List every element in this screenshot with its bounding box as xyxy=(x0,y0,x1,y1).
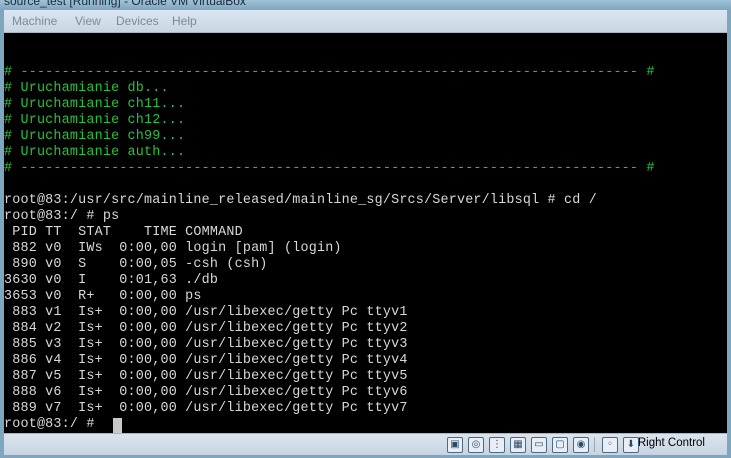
statusbar: ▣ ◎ ⋮ ▦ ▭ ▢ ◉ ◦ ⬇ Right Control xyxy=(4,433,727,455)
usb-icon[interactable]: ⋮ xyxy=(489,437,505,453)
ps-row: 888 v6 Is+ 0:00,00 /usr/libexec/getty Pc… xyxy=(4,385,408,400)
ps-row: 884 v2 Is+ 0:00,00 /usr/libexec/getty Pc… xyxy=(4,321,408,336)
shell-command-line: root@83:/usr/src/mainline_released/mainl… xyxy=(4,193,597,208)
boot-separator: # --------------------------------------… xyxy=(4,161,655,176)
window-title: source_test [Running] - Oracle VM Virtua… xyxy=(4,0,246,8)
ps-row: 3630 v0 I 0:01,63 ./db xyxy=(4,273,219,288)
shared-folders-icon[interactable]: ▭ xyxy=(531,437,547,453)
ps-header: PID TT STAT TIME COMMAND xyxy=(4,225,243,240)
ps-row: 3653 v0 R+ 0:00,00 ps xyxy=(4,289,202,304)
hard-disk-icon[interactable]: ▣ xyxy=(447,437,463,453)
mouse-integration-icon[interactable]: ◦ xyxy=(602,437,618,453)
ps-row: 882 v0 IWs 0:00,00 login [pam] (login) xyxy=(4,241,342,256)
host-key-icon[interactable]: ⬇ xyxy=(623,437,639,453)
menu-view[interactable]: View xyxy=(75,14,101,28)
boot-line: # Uruchamianie ch12... xyxy=(4,113,186,128)
display-icon[interactable]: ▢ xyxy=(552,437,568,453)
ps-row: 885 v3 Is+ 0:00,00 /usr/libexec/getty Pc… xyxy=(4,337,408,352)
terminal-cursor xyxy=(113,418,122,433)
statusbar-divider xyxy=(594,437,595,452)
ps-row: 883 v1 Is+ 0:00,00 /usr/libexec/getty Pc… xyxy=(4,305,408,320)
shell-prompt[interactable]: root@83:/ # xyxy=(4,417,95,433)
video-capture-icon[interactable]: ◉ xyxy=(573,437,589,453)
ps-row: 890 v0 S 0:00,05 -csh (csh) xyxy=(4,257,268,272)
optical-drive-icon[interactable]: ◎ xyxy=(468,437,484,453)
ps-row: 886 v4 Is+ 0:00,00 /usr/libexec/getty Pc… xyxy=(4,353,408,368)
shell-command-line: root@83:/ # ps xyxy=(4,209,120,224)
boot-line: # Uruchamianie db... xyxy=(4,81,169,96)
window-frame-right xyxy=(727,10,731,458)
ps-row: 887 v5 Is+ 0:00,00 /usr/libexec/getty Pc… xyxy=(4,369,408,384)
boot-line: # Uruchamianie ch99... xyxy=(4,129,186,144)
menubar: Machine View Devices Help xyxy=(4,10,727,33)
host-key-label: Right Control xyxy=(637,437,705,449)
ps-row: 889 v7 Is+ 0:00,00 /usr/libexec/getty Pc… xyxy=(4,401,408,416)
boot-line: # Uruchamianie ch11... xyxy=(4,97,186,112)
vm-console-screen[interactable]: # --------------------------------------… xyxy=(4,33,727,433)
menu-devices[interactable]: Devices xyxy=(116,14,159,28)
network-icon[interactable]: ▦ xyxy=(510,437,526,453)
menu-machine[interactable]: Machine xyxy=(12,14,57,28)
menu-help[interactable]: Help xyxy=(172,14,197,28)
window-titlebar[interactable]: source_test [Running] - Oracle VM Virtua… xyxy=(0,0,731,10)
boot-line: # Uruchamianie auth... xyxy=(4,145,186,160)
boot-separator: # --------------------------------------… xyxy=(4,65,655,80)
